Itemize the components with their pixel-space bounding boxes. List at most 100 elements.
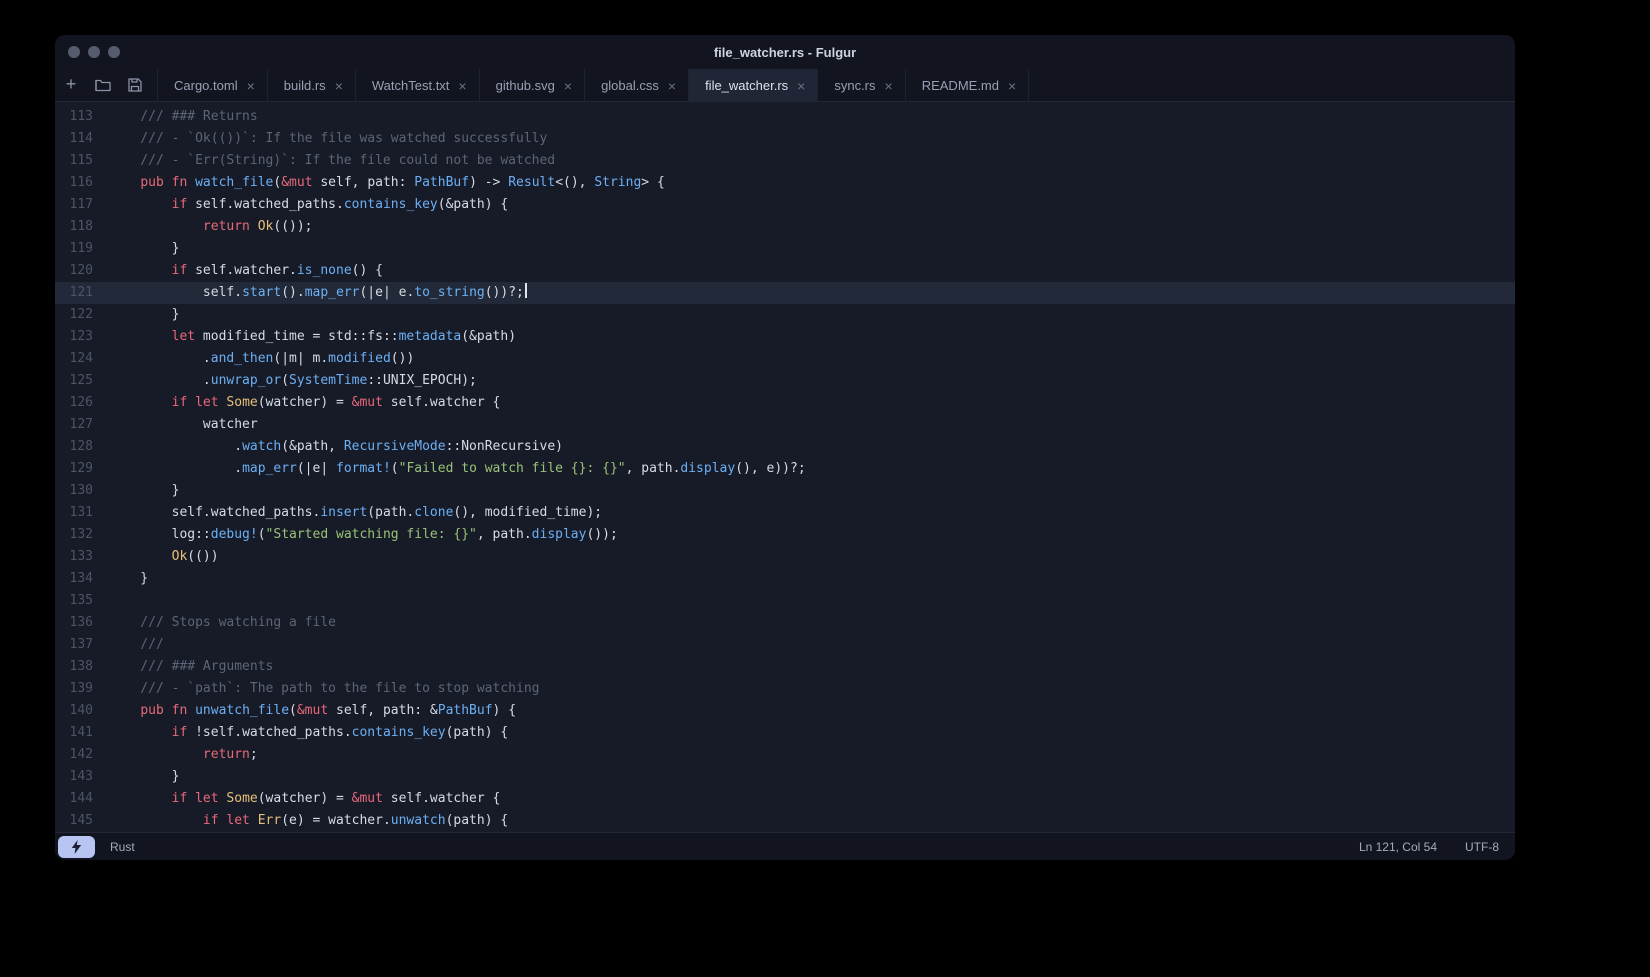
- code-text: /// ### Returns: [109, 106, 1515, 128]
- line-number: 130: [55, 480, 109, 502]
- tab-bar: + Cargo.toml×build.rs×WatchTest.txt×gith…: [55, 69, 1515, 102]
- code-line[interactable]: 139 /// - `path`: The path to the file t…: [55, 678, 1515, 700]
- code-line[interactable]: 117 if self.watched_paths.contains_key(&…: [55, 194, 1515, 216]
- code-line[interactable]: 129 .map_err(|e| format!("Failed to watc…: [55, 458, 1515, 480]
- code-text: .unwrap_or(SystemTime::UNIX_EPOCH);: [109, 370, 1515, 392]
- code-line[interactable]: 128 .watch(&path, RecursiveMode::NonRecu…: [55, 436, 1515, 458]
- code-line[interactable]: 141 if !self.watched_paths.contains_key(…: [55, 722, 1515, 744]
- code-line[interactable]: 116 pub fn watch_file(&mut self, path: P…: [55, 172, 1515, 194]
- tab-Cargo.toml[interactable]: Cargo.toml×: [157, 69, 268, 101]
- code-text: .map_err(|e| format!("Failed to watch fi…: [109, 458, 1515, 480]
- line-number: 137: [55, 634, 109, 656]
- code-text: .watch(&path, RecursiveMode::NonRecursiv…: [109, 436, 1515, 458]
- code-text: /// - `Err(String)`: If the file could n…: [109, 150, 1515, 172]
- code-text: .and_then(|m| m.modified()): [109, 348, 1515, 370]
- line-number: 141: [55, 722, 109, 744]
- line-number: 134: [55, 568, 109, 590]
- code-line[interactable]: 136 /// Stops watching a file: [55, 612, 1515, 634]
- code-line[interactable]: 137 ///: [55, 634, 1515, 656]
- tab-build.rs[interactable]: build.rs ×: [268, 69, 356, 101]
- code-line[interactable]: 118 return Ok(());: [55, 216, 1515, 238]
- lightning-bolt-icon: [71, 840, 82, 854]
- close-window-button[interactable]: [68, 46, 80, 58]
- line-number: 114: [55, 128, 109, 150]
- minimize-window-button[interactable]: [88, 46, 100, 58]
- code-line[interactable]: 113 /// ### Returns: [55, 106, 1515, 128]
- tab-WatchTest.txt[interactable]: WatchTest.txt×: [356, 69, 480, 101]
- tab-label: github.svg: [496, 78, 555, 93]
- code-line[interactable]: 133 Ok(()): [55, 546, 1515, 568]
- title-bar[interactable]: file_watcher.rs - Fulgur: [55, 35, 1515, 69]
- code-text: if self.watched_paths.contains_key(&path…: [109, 194, 1515, 216]
- code-text: [109, 590, 1515, 612]
- code-text: if let Some(watcher) = &mut self.watcher…: [109, 788, 1515, 810]
- tab-close-icon[interactable]: ×: [247, 78, 255, 93]
- window-title: file_watcher.rs - Fulgur: [55, 45, 1515, 60]
- actions-chip[interactable]: [58, 836, 95, 858]
- code-line[interactable]: 140 pub fn unwatch_file(&mut self, path:…: [55, 700, 1515, 722]
- code-line[interactable]: 131 self.watched_paths.insert(path.clone…: [55, 502, 1515, 524]
- line-number: 122: [55, 304, 109, 326]
- code-text: pub fn watch_file(&mut self, path: PathB…: [109, 172, 1515, 194]
- code-line[interactable]: 142 return;: [55, 744, 1515, 766]
- line-number: 119: [55, 238, 109, 260]
- zoom-window-button[interactable]: [108, 46, 120, 58]
- tab-close-icon[interactable]: ×: [668, 78, 676, 93]
- tab-close-icon[interactable]: ×: [458, 78, 466, 93]
- line-number: 123: [55, 326, 109, 348]
- line-number: 116: [55, 172, 109, 194]
- language-mode[interactable]: Rust: [110, 840, 135, 854]
- line-number: 138: [55, 656, 109, 678]
- line-number: 140: [55, 700, 109, 722]
- code-line[interactable]: 126 if let Some(watcher) = &mut self.wat…: [55, 392, 1515, 414]
- tab-global.css[interactable]: global.css×: [585, 69, 689, 101]
- line-number: 120: [55, 260, 109, 282]
- line-number: 125: [55, 370, 109, 392]
- code-line[interactable]: 115 /// - `Err(String)`: If the file cou…: [55, 150, 1515, 172]
- tab-label: build.rs: [284, 78, 326, 93]
- line-number: 136: [55, 612, 109, 634]
- code-text: log::debug!("Started watching file: {}",…: [109, 524, 1515, 546]
- code-line[interactable]: 144 if let Some(watcher) = &mut self.wat…: [55, 788, 1515, 810]
- encoding-indicator[interactable]: UTF-8: [1465, 840, 1499, 854]
- code-area: 113 /// ### Returns114 /// - `Ok(())`: I…: [55, 106, 1515, 832]
- code-line[interactable]: 135: [55, 590, 1515, 612]
- tab-README.md[interactable]: README.md×: [906, 69, 1029, 101]
- cursor-position[interactable]: Ln 121, Col 54: [1359, 840, 1437, 854]
- code-line[interactable]: 122 }: [55, 304, 1515, 326]
- code-text: }: [109, 568, 1515, 590]
- code-line[interactable]: 114 /// - `Ok(())`: If the file was watc…: [55, 128, 1515, 150]
- tab-close-icon[interactable]: ×: [335, 78, 343, 93]
- code-line[interactable]: 138 /// ### Arguments: [55, 656, 1515, 678]
- code-line[interactable]: 145 if let Err(e) = watcher.unwatch(path…: [55, 810, 1515, 832]
- line-number: 143: [55, 766, 109, 788]
- code-line[interactable]: 125 .unwrap_or(SystemTime::UNIX_EPOCH);: [55, 370, 1515, 392]
- code-line[interactable]: 134 }: [55, 568, 1515, 590]
- line-number: 133: [55, 546, 109, 568]
- tab-sync.rs[interactable]: sync.rs×: [818, 69, 905, 101]
- code-text: Ok(()): [109, 546, 1515, 568]
- tab-close-icon[interactable]: ×: [797, 78, 805, 93]
- code-line[interactable]: 124 .and_then(|m| m.modified()): [55, 348, 1515, 370]
- save-button[interactable]: [119, 69, 151, 101]
- code-text: return Ok(());: [109, 216, 1515, 238]
- code-line[interactable]: 121 self.start().map_err(|e| e.to_string…: [55, 282, 1515, 304]
- code-line[interactable]: 143 }: [55, 766, 1515, 788]
- new-file-button[interactable]: +: [55, 69, 87, 101]
- tab-github.svg[interactable]: github.svg ×: [480, 69, 585, 101]
- code-line[interactable]: 127 watcher: [55, 414, 1515, 436]
- code-line[interactable]: 130 }: [55, 480, 1515, 502]
- code-line[interactable]: 132 log::debug!("Started watching file: …: [55, 524, 1515, 546]
- line-number: 124: [55, 348, 109, 370]
- code-line[interactable]: 119 }: [55, 238, 1515, 260]
- open-folder-button[interactable]: [87, 69, 119, 101]
- tab-file_watcher.rs[interactable]: file_watcher.rs×: [689, 69, 818, 101]
- tab-close-icon[interactable]: ×: [885, 78, 893, 93]
- tab-close-icon[interactable]: ×: [564, 78, 572, 93]
- code-line[interactable]: 120 if self.watcher.is_none() {: [55, 260, 1515, 282]
- code-line[interactable]: 123 let modified_time = std::fs::metadat…: [55, 326, 1515, 348]
- line-number: 115: [55, 150, 109, 172]
- tab-close-icon[interactable]: ×: [1008, 78, 1016, 93]
- code-text: }: [109, 304, 1515, 326]
- code-text: }: [109, 480, 1515, 502]
